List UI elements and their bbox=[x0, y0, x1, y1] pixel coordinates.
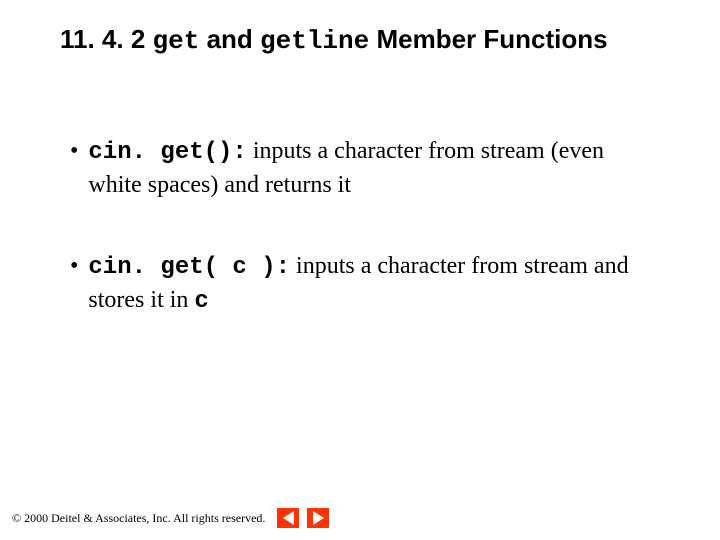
triangle-left-icon bbox=[283, 511, 294, 525]
slide-title: 11. 4. 2 get and getline Member Function… bbox=[60, 24, 680, 56]
prev-button[interactable] bbox=[277, 508, 299, 528]
bullet-dot: • bbox=[70, 135, 78, 202]
bullet-code: cin. get(): bbox=[88, 139, 246, 166]
slide-content: • cin. get(): inputs a character from st… bbox=[70, 135, 660, 367]
title-suffix: Member Functions bbox=[369, 24, 607, 54]
list-item: • cin. get(): inputs a character from st… bbox=[70, 135, 660, 202]
title-mid: and bbox=[199, 24, 260, 54]
title-code-get: get bbox=[153, 26, 200, 56]
bullet-text: cin. get( c ): inputs a character from s… bbox=[88, 250, 660, 319]
next-button[interactable] bbox=[307, 508, 329, 528]
bullet-code-tail: c bbox=[194, 288, 208, 315]
triangle-right-icon bbox=[313, 511, 324, 525]
bullet-dot: • bbox=[70, 250, 78, 319]
nav-buttons bbox=[277, 508, 329, 528]
bullet-text: cin. get(): inputs a character from stre… bbox=[88, 135, 660, 202]
title-code-getline: getline bbox=[260, 26, 369, 56]
bullet-code: cin. get( c ): bbox=[88, 254, 290, 281]
copyright-text: © 2000 Deitel & Associates, Inc. All rig… bbox=[12, 511, 265, 526]
slide-footer: © 2000 Deitel & Associates, Inc. All rig… bbox=[12, 508, 329, 528]
list-item: • cin. get( c ): inputs a character from… bbox=[70, 250, 660, 319]
title-prefix: 11. 4. 2 bbox=[60, 24, 153, 54]
